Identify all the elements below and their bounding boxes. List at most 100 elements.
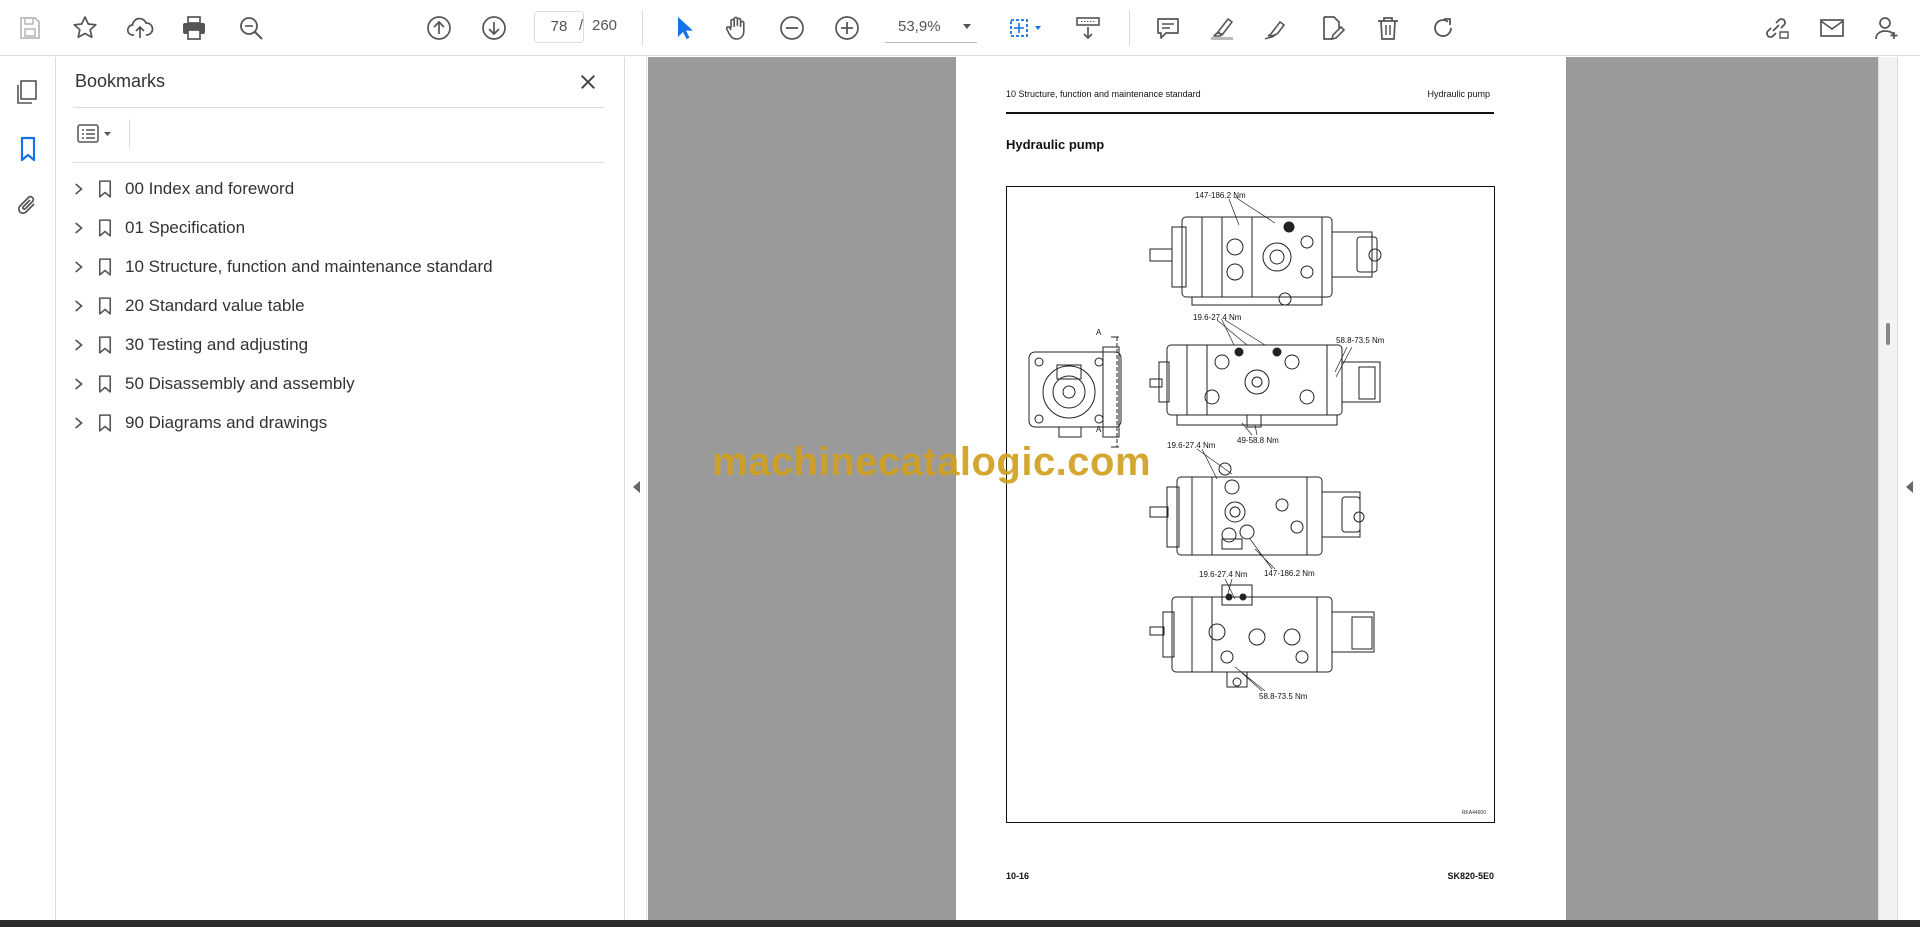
bookmark-flag-icon xyxy=(95,294,115,318)
bookmark-item[interactable]: 10 Structure, function and maintenance s… xyxy=(57,247,625,286)
hydraulic-pump-figure: 147-186.2 Nm 19.6-27.4 Nm 58.8-73.5 Nm A… xyxy=(1006,186,1495,823)
bookmark-item[interactable]: 00 Index and foreword xyxy=(57,169,625,208)
pages-icon[interactable] xyxy=(10,74,46,110)
delete-icon[interactable] xyxy=(1370,10,1406,46)
bookmark-flag-icon xyxy=(95,333,115,357)
chevron-right-icon[interactable] xyxy=(70,374,88,394)
fit-page-icon[interactable] xyxy=(1001,10,1049,46)
right-panel-toggle[interactable] xyxy=(1897,57,1920,920)
mail-icon[interactable] xyxy=(1814,10,1850,46)
comment-icon[interactable] xyxy=(1150,10,1186,46)
torque-label: 49-58.8 Nm xyxy=(1237,436,1279,445)
torque-label: 19.6-27.4 Nm xyxy=(1167,441,1216,450)
torque-label: 147-186.2 Nm xyxy=(1264,569,1315,578)
left-navigation-rail xyxy=(0,57,56,920)
torque-label: 19.6-27.4 Nm xyxy=(1199,570,1248,579)
bookmark-flag-icon xyxy=(95,216,115,240)
top-toolbar: 78 / 260 53,9% xyxy=(0,0,1920,56)
close-icon[interactable] xyxy=(573,67,603,97)
chevron-right-icon[interactable] xyxy=(70,296,88,316)
page-footer-model: SK820-5E0 xyxy=(1447,871,1494,881)
document-page: 10 Structure, function and maintenance s… xyxy=(956,57,1566,920)
pump-view-second xyxy=(1149,344,1381,428)
bookmark-item[interactable]: 01 Specification xyxy=(57,208,625,247)
share-link-icon[interactable] xyxy=(1758,10,1794,46)
section-marker: A xyxy=(1096,328,1102,337)
draw-pen-icon[interactable] xyxy=(1258,10,1294,46)
bookmark-flag-icon xyxy=(95,177,115,201)
zoom-in-icon[interactable] xyxy=(829,10,865,46)
page-header-topic: Hydraulic pump xyxy=(1427,89,1490,99)
pump-side-view xyxy=(1028,336,1122,448)
bookmark-flag-icon xyxy=(95,372,115,396)
torque-label: 58.8-73.5 Nm xyxy=(1259,692,1308,701)
bookmark-label: 30 Testing and adjusting xyxy=(125,335,309,354)
bookmark-label: 01 Specification xyxy=(125,218,246,237)
list-options-icon xyxy=(77,124,111,143)
cloud-upload-icon[interactable] xyxy=(122,10,158,46)
bookmark-item[interactable]: 50 Disassembly and assembly xyxy=(57,364,625,403)
bookmark-label: 50 Disassembly and assembly xyxy=(125,374,355,393)
bookmark-options-button[interactable] xyxy=(75,119,123,149)
page-header-section: 10 Structure, function and maintenance s… xyxy=(1006,89,1201,99)
bookmark-item[interactable]: 90 Diagrams and drawings xyxy=(57,403,625,442)
scroll-mode-icon[interactable] xyxy=(1069,10,1107,46)
attachment-icon[interactable] xyxy=(10,187,46,223)
chevron-right-icon[interactable] xyxy=(70,179,88,199)
panel-divider xyxy=(73,107,605,108)
highlight-icon[interactable] xyxy=(1204,10,1240,46)
chevron-right-icon[interactable] xyxy=(70,413,88,433)
next-page-icon[interactable] xyxy=(476,10,512,46)
vertical-scrollbar[interactable] xyxy=(1878,57,1897,920)
print-icon[interactable] xyxy=(176,10,212,46)
taskbar-strip xyxy=(0,920,1920,927)
zoom-level-select[interactable]: 53,9% xyxy=(885,11,977,43)
bookmark-flag-icon xyxy=(95,411,115,435)
pump-view-third xyxy=(1149,462,1365,556)
collapse-panel-handle[interactable] xyxy=(626,57,647,920)
panel-divider xyxy=(73,162,605,163)
chevron-right-icon[interactable] xyxy=(70,335,88,355)
star-icon[interactable] xyxy=(67,10,103,46)
scrollbar-thumb[interactable] xyxy=(1886,323,1890,345)
document-viewer[interactable]: 10 Structure, function and maintenance s… xyxy=(648,57,1878,920)
select-cursor-icon[interactable] xyxy=(666,10,702,46)
chevron-left-icon xyxy=(1906,481,1913,493)
zoom-search-icon[interactable] xyxy=(233,10,269,46)
chevron-down-icon xyxy=(963,24,971,29)
page-number-input[interactable]: 78 xyxy=(534,11,584,43)
rotate-icon[interactable] xyxy=(1425,10,1461,46)
pump-view-bottom xyxy=(1149,584,1375,688)
torque-label: 147-186.2 Nm xyxy=(1195,191,1246,200)
toolbar-divider xyxy=(129,119,130,149)
watermark-text: machinecatalogic.com xyxy=(712,440,1152,484)
toolbar-divider xyxy=(642,10,643,46)
chevron-right-icon[interactable] xyxy=(70,218,88,238)
pump-view-top xyxy=(1149,216,1382,306)
page-separator: / xyxy=(579,17,584,34)
previous-page-icon[interactable] xyxy=(421,10,457,46)
header-rule xyxy=(1006,112,1494,114)
save-icon[interactable] xyxy=(12,10,48,46)
figure-code: RKA44600 xyxy=(1461,810,1486,816)
bookmark-label: 00 Index and foreword xyxy=(125,179,295,198)
edit-document-icon[interactable] xyxy=(1314,10,1350,46)
bookmark-label: 20 Standard value table xyxy=(125,296,305,315)
panel-title: Bookmarks xyxy=(75,71,166,91)
bookmark-label: 90 Diagrams and drawings xyxy=(125,413,328,432)
bookmark-item[interactable]: 20 Standard value table xyxy=(57,286,625,325)
zoom-out-icon[interactable] xyxy=(774,10,810,46)
section-marker: A xyxy=(1096,425,1102,434)
bookmark-item[interactable]: 30 Testing and adjusting xyxy=(57,325,625,364)
chevron-right-icon[interactable] xyxy=(70,257,88,277)
add-user-icon[interactable] xyxy=(1869,10,1905,46)
bookmark-flag-icon xyxy=(95,255,115,279)
page-footer-number: 10-16 xyxy=(1006,871,1030,881)
torque-label: 19.6-27.4 Nm xyxy=(1193,313,1242,322)
pump-drawing xyxy=(1028,196,1382,692)
page-total: 260 xyxy=(592,17,618,34)
hand-tool-icon[interactable] xyxy=(719,10,755,46)
bookmark-list: 00 Index and foreword 01 Specification 1… xyxy=(57,169,625,442)
torque-label: 58.8-73.5 Nm xyxy=(1336,336,1385,345)
bookmark-icon[interactable] xyxy=(10,131,46,167)
